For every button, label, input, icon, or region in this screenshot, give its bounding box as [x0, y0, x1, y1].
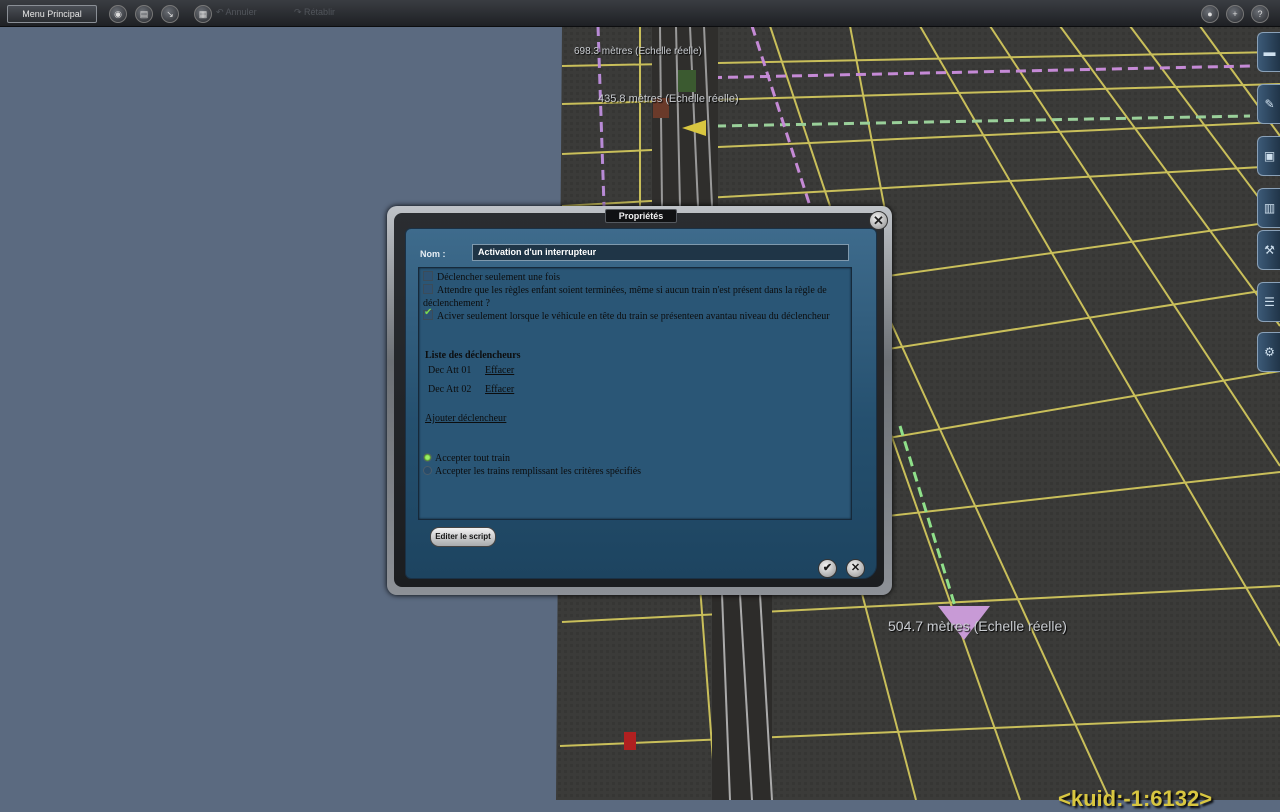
- dialog-title: Propriétés: [605, 209, 677, 223]
- plus-icon[interactable]: +: [1226, 5, 1244, 23]
- cancel-icon[interactable]: ✕: [846, 559, 865, 578]
- trigger-name: Dec Att 02: [428, 384, 472, 395]
- top-toolbar: Menu Principal ◉ ▤ ↘ ▦ ↶ Annuler ↷ Rétab…: [0, 0, 1280, 27]
- option-label: Déclencher seulement une fois: [437, 272, 561, 283]
- kuid-label: <kuid:-1:6132>: [1058, 786, 1213, 811]
- settings-icon[interactable]: ⚙: [1257, 332, 1280, 372]
- radio-label: Accepter les trains remplissant les crit…: [435, 466, 642, 477]
- name-label: Nom :: [420, 249, 446, 259]
- ok-check-icon[interactable]: ✔: [818, 559, 837, 578]
- terrain-icon[interactable]: ▬: [1257, 32, 1280, 72]
- delete-trigger-link[interactable]: Effacer: [485, 365, 514, 376]
- option-label: Attendre que les règles enfant soient te…: [423, 285, 827, 309]
- trash-icon[interactable]: ▤: [135, 5, 153, 23]
- option-once[interactable]: Déclencher seulement une fois: [423, 271, 843, 284]
- undo-label: Annuler: [225, 7, 257, 17]
- checkbox-wait-children[interactable]: [423, 284, 433, 294]
- objects-icon[interactable]: ▣: [1257, 136, 1280, 176]
- add-trigger-link[interactable]: Ajouter déclencheur: [425, 413, 506, 424]
- option-label: Aciver seulement lorsque le véhicule en …: [437, 311, 830, 322]
- edit-script-button[interactable]: Editer le script: [430, 527, 496, 547]
- layers-icon[interactable]: ▦: [194, 5, 212, 23]
- help-icon[interactable]: ?: [1251, 5, 1269, 23]
- distance-label: 504.7 mètres (Echelle réelle): [888, 618, 1067, 634]
- signal-object-icon[interactable]: [624, 732, 636, 750]
- redo-label: Rétablir: [304, 7, 336, 17]
- option-wait-children[interactable]: Attendre que les règles enfant soient te…: [423, 284, 843, 310]
- tools-icon[interactable]: ⚒: [1257, 230, 1280, 270]
- distance-label: 435.8 mètres (Echelle réelle): [598, 93, 739, 105]
- radio-button[interactable]: [423, 466, 432, 475]
- properties-dialog: Propriétés ✕ Nom : Activation d'un inter…: [387, 206, 892, 595]
- train-vehicle[interactable]: [678, 70, 696, 92]
- pipette-icon[interactable]: ↘: [161, 5, 179, 23]
- trigger-list-title: Liste des déclencheurs: [425, 350, 521, 361]
- search-icon[interactable]: ●: [1201, 5, 1219, 23]
- checkbox-head-vehicle[interactable]: [423, 306, 433, 320]
- name-input[interactable]: Activation d'un interrupteur: [472, 244, 849, 261]
- distance-label: 698.3 mètres (Echelle réelle): [574, 46, 702, 57]
- delete-trigger-link[interactable]: Effacer: [485, 384, 514, 395]
- dialog-panel: Nom : Activation d'un interrupteur Décle…: [405, 228, 877, 579]
- option-head-vehicle[interactable]: Aciver seulement lorsque le véhicule en …: [423, 306, 843, 323]
- eye-icon[interactable]: ◉: [109, 5, 127, 23]
- paint-icon[interactable]: ✎: [1257, 84, 1280, 124]
- radio-button[interactable]: [423, 453, 432, 462]
- radio-label: Accepter tout train: [435, 453, 510, 464]
- main-menu-button[interactable]: Menu Principal: [7, 5, 97, 23]
- radio-accept-all[interactable]: Accepter tout train: [423, 452, 843, 465]
- layers-icon[interactable]: ☰: [1257, 282, 1280, 322]
- undo-button[interactable]: ↶ Annuler: [216, 7, 257, 18]
- track-icon[interactable]: ▥: [1257, 188, 1280, 228]
- radio-accept-criteria[interactable]: Accepter les trains remplissant les crit…: [423, 465, 843, 478]
- redo-button[interactable]: ↷ Rétablir: [294, 7, 335, 18]
- checkbox-once[interactable]: [423, 271, 433, 281]
- rule-settings-box: Déclencher seulement une fois Attendre q…: [418, 267, 852, 520]
- trigger-name: Dec Att 01: [428, 365, 472, 376]
